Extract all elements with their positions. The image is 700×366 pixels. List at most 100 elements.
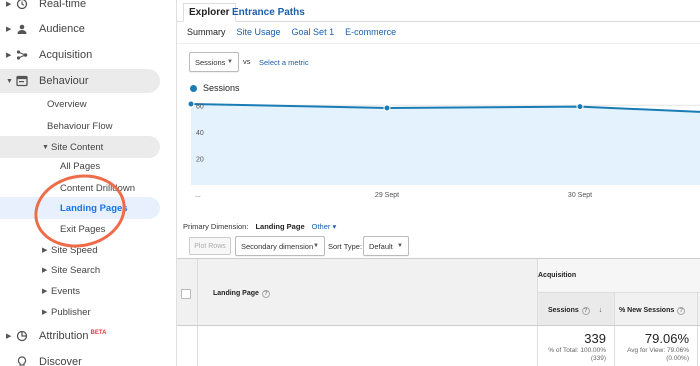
sidebar-item-label: Site Content: [51, 141, 104, 153]
sidebar-item-label: Real-time: [39, 0, 87, 10]
primary-dimension-label: Primary Dimension:: [183, 222, 249, 231]
main-panel: Explorer Entrance Paths Summary Site Usa…: [177, 0, 700, 366]
landing-page-header[interactable]: Landing Page?: [213, 290, 270, 298]
column-divider: [197, 259, 198, 366]
secondary-dimension-value: Secondary dimension: [241, 241, 314, 251]
sidebar-item-realtime[interactable]: ▶ Real-time: [0, 0, 160, 15]
sidebar-item-behaviour[interactable]: ▼ Behaviour: [0, 69, 160, 93]
sessions-total: 339: [584, 331, 606, 346]
caret-right-icon: ▶: [6, 1, 12, 8]
caret-right-icon: ▶: [6, 26, 12, 33]
caret-right-icon: ▶: [42, 309, 48, 316]
tab-entrance-paths[interactable]: Entrance Paths: [227, 3, 310, 22]
attribution-icon: [15, 329, 29, 343]
sidebar-item-discover[interactable]: Discover: [0, 351, 160, 366]
sidebar-item-attribution[interactable]: ▶ Attribution BETA: [0, 325, 160, 347]
plot-rows-button[interactable]: Plot Rows: [189, 237, 231, 255]
explorer-subtabs: Summary Site Usage Goal Set 1 E-commerce: [187, 27, 396, 37]
metric-select-value: Sessions: [195, 57, 226, 67]
sidebar-item-label: All Pages: [60, 160, 101, 172]
subtab-summary[interactable]: Summary: [187, 27, 226, 37]
y-tick-label: 60: [196, 103, 204, 110]
y-tick-label: 40: [196, 130, 204, 137]
lightbulb-icon: [15, 355, 29, 366]
sidebar-item-label: Events: [51, 285, 81, 297]
new-sessions-total-note: Avg for View: 79.06% (0.00%): [627, 347, 689, 362]
caret-right-icon: ▶: [42, 267, 48, 274]
new-sessions-total: 79.06%: [644, 331, 689, 346]
acquisition-icon: [15, 48, 29, 62]
chevron-down-icon: ▼: [313, 243, 319, 249]
other-dimension-link[interactable]: Other ▾: [312, 222, 337, 231]
x-tick-label: ...: [195, 192, 201, 199]
caret-right-icon: ▶: [6, 333, 12, 340]
sidebar-item-label: Exit Pages: [60, 223, 106, 235]
primary-dimension-bar: Primary Dimension: Landing Page Other ▾: [183, 222, 336, 231]
subtab-ecommerce[interactable]: E-commerce: [345, 27, 396, 37]
sidebar-item-site-speed[interactable]: ▶ Site Speed: [0, 239, 160, 261]
sessions-total-note: % of Total: 100.00% (339): [548, 347, 606, 362]
new-sessions-column-header[interactable]: % New Sessions?: [619, 307, 686, 315]
sidebar-item-landing-pages[interactable]: Landing Pages: [0, 197, 160, 219]
secondary-dimension-select[interactable]: Secondary dimension ▼: [235, 236, 325, 256]
chevron-down-icon: ▼: [227, 59, 233, 65]
sort-type-select[interactable]: Default ▼: [363, 236, 409, 256]
vs-label: vs: [243, 57, 251, 66]
behaviour-icon: [15, 74, 29, 88]
x-tick-label: 30 Sept: [568, 192, 592, 199]
sessions-column-header[interactable]: Sessions? ↓: [548, 307, 602, 315]
sidebar-item-label: Landing Pages: [60, 202, 128, 214]
sidebar-item-label: Behaviour: [39, 75, 89, 87]
subtab-goal-set-1[interactable]: Goal Set 1: [292, 27, 335, 37]
sidebar: ▶ Real-time ▶ Audience ▶ Acquisition ▼ B…: [0, 0, 177, 366]
sidebar-item-behaviour-flow[interactable]: Behaviour Flow: [0, 115, 160, 137]
sidebar-item-label: Publisher: [51, 306, 91, 318]
row-divider: [177, 325, 700, 326]
sidebar-item-label: Audience: [39, 23, 85, 35]
select-metric-link[interactable]: Select a metric: [259, 58, 309, 67]
data-point[interactable]: [187, 100, 195, 108]
sidebar-item-label: Discover: [39, 356, 82, 366]
metric-select[interactable]: Sessions ▼: [189, 52, 239, 72]
caret-down-icon: ▼: [42, 143, 49, 151]
chevron-down-icon: ▼: [397, 243, 403, 249]
data-point[interactable]: [576, 103, 584, 111]
sidebar-item-label: Acquisition: [39, 49, 93, 61]
caret-right-icon: ▶: [42, 247, 48, 254]
beta-badge: BETA: [90, 330, 107, 337]
sidebar-item-exit-pages[interactable]: Exit Pages: [0, 218, 160, 240]
sidebar-item-events[interactable]: ▶ Events: [0, 280, 160, 302]
clock-icon: [15, 0, 29, 11]
sidebar-item-all-pages[interactable]: All Pages: [0, 155, 160, 177]
person-icon: [15, 22, 29, 36]
sidebar-item-publisher[interactable]: ▶ Publisher: [0, 301, 160, 323]
sidebar-item-audience[interactable]: ▶ Audience: [0, 18, 160, 40]
select-all-checkbox[interactable]: [181, 289, 191, 299]
sort-type-label: Sort Type:: [328, 242, 363, 251]
primary-dimension-value[interactable]: Landing Page: [255, 222, 304, 231]
data-point[interactable]: [383, 104, 391, 112]
x-tick-label: 29 Sept: [375, 192, 399, 199]
caret-right-icon: ▶: [6, 52, 12, 59]
analytics-app: ▶ Real-time ▶ Audience ▶ Acquisition ▼ B…: [0, 0, 700, 366]
divider: [177, 43, 700, 44]
sidebar-item-acquisition[interactable]: ▶ Acquisition: [0, 44, 160, 66]
sessions-line-chart: 60 40 20... 29 Sept 30 Sept: [187, 100, 700, 199]
column-divider: [697, 293, 698, 366]
help-icon[interactable]: ?: [677, 307, 686, 315]
sidebar-item-label: Attribution BETA: [39, 330, 107, 342]
sidebar-item-label: Site Speed: [51, 244, 98, 256]
caret-down-icon: ▼: [6, 77, 13, 85]
subtab-site-usage[interactable]: Site Usage: [237, 27, 281, 37]
sidebar-item-overview[interactable]: Overview: [0, 93, 160, 115]
help-icon[interactable]: ?: [581, 307, 590, 315]
sidebar-item-label: Content Drilldown: [60, 182, 135, 194]
report-tabs: Explorer Entrance Paths: [177, 0, 700, 22]
help-icon[interactable]: ?: [261, 290, 270, 298]
sidebar-item-site-search[interactable]: ▶ Site Search: [0, 259, 160, 281]
sort-desc-icon[interactable]: ↓: [599, 307, 603, 314]
sidebar-item-content-drilldown[interactable]: Content Drilldown: [0, 177, 160, 199]
sidebar-item-label: Overview: [47, 98, 87, 110]
sidebar-item-label: Site Search: [51, 264, 101, 276]
y-tick-label: 20: [196, 156, 204, 163]
